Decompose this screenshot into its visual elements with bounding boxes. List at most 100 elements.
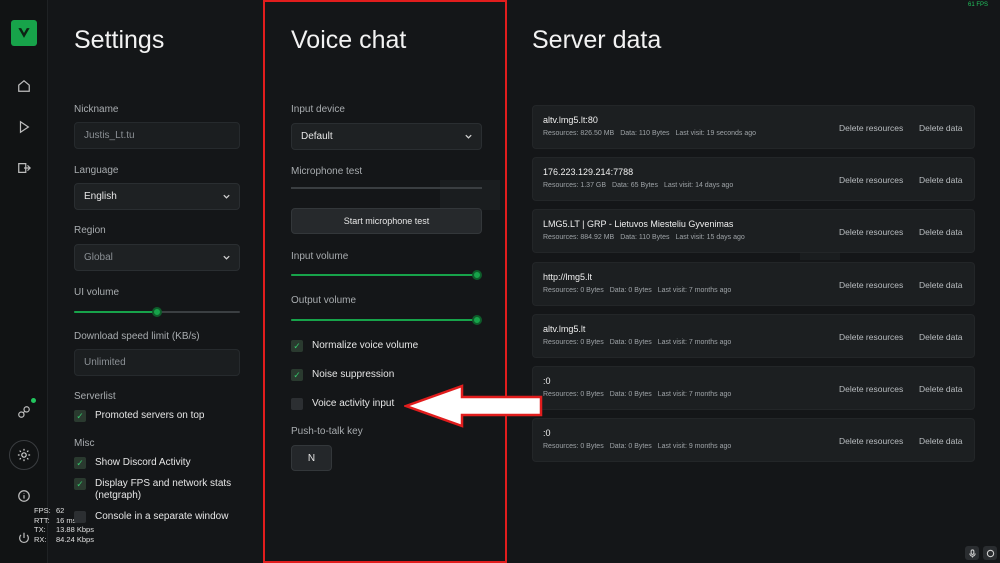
settings-gear-button[interactable] bbox=[9, 440, 39, 470]
direct-connect-icon[interactable] bbox=[14, 158, 34, 178]
home-icon[interactable] bbox=[14, 76, 34, 96]
netstat-value: 62 bbox=[56, 506, 65, 515]
server-resources: Resources: 0 Bytes bbox=[543, 391, 604, 398]
delete-resources-button[interactable]: Delete resources bbox=[839, 280, 903, 290]
netstat-key: FPS: bbox=[34, 506, 51, 515]
server-info: Resources: 0 Bytes Data: 0 Bytes Last visi… bbox=[543, 287, 737, 294]
noise-suppression-checkbox[interactable]: ✓ Noise suppression bbox=[291, 369, 394, 381]
delete-data-button[interactable]: Delete data bbox=[919, 436, 962, 446]
ui-volume-slider[interactable] bbox=[74, 306, 240, 318]
ui-volume-label: UI volume bbox=[74, 287, 120, 298]
info-icon[interactable] bbox=[14, 486, 34, 506]
input-device-label: Input device bbox=[291, 104, 345, 115]
discord-label: Show Discord Activity bbox=[95, 457, 191, 468]
language-select[interactable]: English bbox=[74, 183, 240, 210]
nickname-input[interactable]: Justis_Lt.tu bbox=[74, 122, 240, 149]
checkbox-empty bbox=[291, 398, 303, 410]
chevron-down-icon bbox=[465, 134, 472, 139]
delete-data-button[interactable]: Delete data bbox=[919, 175, 962, 185]
slider-handle[interactable] bbox=[152, 307, 162, 317]
server-name: LMG5.LT | GRP - Lietuvos Miesteliu Gyven… bbox=[543, 219, 734, 229]
ptt-key-button[interactable]: N bbox=[291, 445, 332, 471]
link-icon[interactable] bbox=[14, 402, 34, 422]
server-data-size: Data: 110 Bytes bbox=[620, 234, 670, 241]
chevron-down-icon bbox=[223, 194, 230, 199]
server-name: :0 bbox=[543, 428, 551, 438]
arrow-annotation-icon bbox=[404, 384, 543, 428]
sidebar bbox=[0, 0, 48, 563]
server-resources: Resources: 826.50 MB bbox=[543, 130, 615, 137]
delete-resources-button[interactable]: Delete resources bbox=[839, 384, 903, 394]
delete-data-button[interactable]: Delete data bbox=[919, 384, 962, 394]
refresh-icon[interactable] bbox=[983, 546, 997, 560]
server-resources: Resources: 0 Bytes bbox=[543, 339, 604, 346]
server-data-size: Data: 65 Bytes bbox=[612, 182, 658, 189]
fps-stats-checkbox[interactable]: ✓ Display FPS and network stats (netgraph… bbox=[74, 478, 244, 502]
server-resources: Resources: 0 Bytes bbox=[543, 287, 604, 294]
microphone-icon[interactable] bbox=[965, 546, 979, 560]
server-last-visit: Last visit: 7 months ago bbox=[657, 339, 732, 346]
delete-data-button[interactable]: Delete data bbox=[919, 332, 962, 342]
delete-resources-button[interactable]: Delete resources bbox=[839, 332, 903, 342]
promoted-label: Promoted servers on top bbox=[95, 410, 205, 421]
play-icon[interactable] bbox=[14, 117, 34, 137]
slider-handle[interactable] bbox=[472, 270, 482, 280]
region-select[interactable]: Global bbox=[74, 244, 240, 271]
server-card: LMG5.LT | GRP - Lietuvos Miesteliu Gyven… bbox=[532, 209, 975, 253]
server-data-size: Data: 110 Bytes bbox=[620, 130, 670, 137]
server-data-title: Server data bbox=[532, 26, 662, 54]
server-info: Resources: 0 Bytes Data: 0 Bytes Last visi… bbox=[543, 391, 737, 398]
server-info: Resources: 826.50 MB Data: 110 Bytes Last … bbox=[543, 130, 762, 137]
check-icon: ✓ bbox=[74, 478, 86, 490]
discord-activity-checkbox[interactable]: ✓ Show Discord Activity bbox=[74, 457, 191, 469]
language-value: English bbox=[84, 191, 117, 202]
misc-label: Misc bbox=[74, 438, 95, 449]
gear-icon bbox=[17, 448, 31, 462]
delete-data-button[interactable]: Delete data bbox=[919, 123, 962, 133]
input-device-select[interactable]: Default bbox=[291, 123, 482, 150]
server-last-visit: Last visit: 14 days ago bbox=[663, 182, 734, 189]
slider-handle[interactable] bbox=[472, 315, 482, 325]
netstat-key: RTT: bbox=[34, 515, 50, 525]
background-decoration bbox=[440, 180, 500, 210]
voice-chat-title: Voice chat bbox=[291, 26, 407, 54]
server-resources: Resources: 1.37 GB bbox=[543, 182, 607, 189]
server-card: :0 Resources: 0 Bytes Data: 0 Bytes Last vi… bbox=[532, 366, 975, 410]
server-resources: Resources: 0 Bytes bbox=[543, 443, 604, 450]
delete-resources-button[interactable]: Delete resources bbox=[839, 227, 903, 237]
server-data-size: Data: 0 Bytes bbox=[609, 443, 652, 450]
altv-logo[interactable] bbox=[11, 20, 37, 46]
console-window-checkbox[interactable]: Console in a separate window bbox=[74, 511, 228, 523]
server-last-visit: Last visit: 7 months ago bbox=[657, 287, 732, 294]
server-name: altv.lmg5.lt bbox=[543, 324, 586, 334]
server-card: :0 Resources: 0 Bytes Data: 0 Bytes Last vi… bbox=[532, 418, 975, 462]
output-volume-slider[interactable] bbox=[291, 314, 482, 326]
fps-counter: 61 FPS bbox=[967, 2, 988, 8]
normalize-volume-checkbox[interactable]: ✓ Normalize voice volume bbox=[291, 340, 418, 352]
server-info: Resources: 1.37 GB Data: 65 Bytes Last vis… bbox=[543, 182, 739, 189]
server-info: Resources: 0 Bytes Data: 0 Bytes Last visi… bbox=[543, 339, 737, 346]
input-volume-slider[interactable] bbox=[291, 269, 482, 281]
fps-stats-label: Display FPS and network stats (netgraph) bbox=[95, 478, 232, 501]
server-card: altv.lmg5.lt:80 Resources: 826.50 MB Data:… bbox=[532, 105, 975, 149]
status-dot bbox=[31, 398, 36, 403]
delete-resources-button[interactable]: Delete resources bbox=[839, 436, 903, 446]
server-name: :0 bbox=[543, 376, 551, 386]
input-volume-label: Input volume bbox=[291, 251, 349, 262]
ptt-label: Push-to-talk key bbox=[291, 426, 363, 437]
nickname-label: Nickname bbox=[74, 104, 119, 115]
voice-activity-checkbox[interactable]: Voice activity input bbox=[291, 398, 394, 410]
delete-data-button[interactable]: Delete data bbox=[919, 280, 962, 290]
download-speed-input[interactable]: Unlimited bbox=[74, 349, 240, 376]
delete-resources-button[interactable]: Delete resources bbox=[839, 123, 903, 133]
server-last-visit: Last visit: 7 months ago bbox=[657, 391, 732, 398]
output-volume-label: Output volume bbox=[291, 295, 357, 306]
delete-resources-button[interactable]: Delete resources bbox=[839, 175, 903, 185]
server-card: 176.223.129.214:7788 Resources: 1.37 GB Da… bbox=[532, 157, 975, 201]
delete-data-button[interactable]: Delete data bbox=[919, 227, 962, 237]
start-mic-test-button[interactable]: Start microphone test bbox=[291, 208, 482, 234]
power-icon[interactable] bbox=[14, 528, 34, 548]
server-data-size: Data: 0 Bytes bbox=[609, 391, 652, 398]
promoted-servers-checkbox[interactable]: ✓ Promoted servers on top bbox=[74, 410, 205, 422]
check-icon: ✓ bbox=[291, 340, 303, 352]
